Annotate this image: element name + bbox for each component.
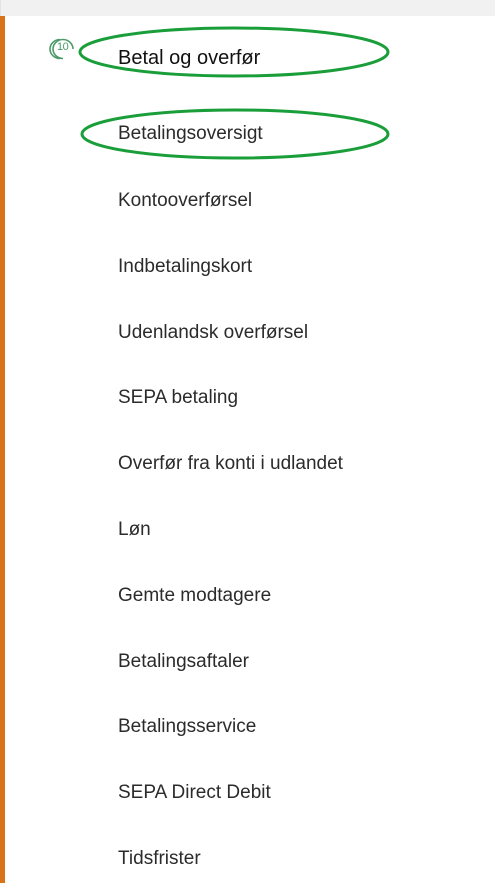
menu-item-betalingsoversigt[interactable]: Betalingsoversigt — [104, 111, 484, 157]
menu-item-label: Kontooverførsel — [118, 190, 253, 211]
menu-item-tidsfrister[interactable]: Tidsfrister — [104, 836, 484, 882]
step-number-badge-icon: 10 — [46, 37, 78, 61]
step-number: 10 — [57, 41, 69, 53]
menu-item-sepa-direct-debit[interactable]: SEPA Direct Debit — [104, 770, 484, 816]
menu-item-lon[interactable]: Løn — [104, 507, 484, 553]
menu-item-sepa-betaling[interactable]: SEPA betaling — [104, 375, 484, 421]
menu-item-label: Betalingsaftaler — [118, 651, 249, 672]
menu-item-overfor-fra-konti-i-udlandet[interactable]: Overfør fra konti i udlandet — [104, 441, 484, 487]
menu-item-udenlandsk-overforsel[interactable]: Udenlandsk overførsel — [104, 310, 484, 356]
section-title: Betal og overfør — [118, 47, 261, 69]
menu-item-label: Løn — [118, 519, 151, 540]
menu-item-kontooverforsel[interactable]: Kontooverførsel — [104, 178, 484, 224]
menu-item-betalingsservice[interactable]: Betalingsservice — [104, 704, 484, 750]
menu-item-betalingsaftaler[interactable]: Betalingsaftaler — [104, 639, 484, 685]
payments-menu: 10 Betal og overfør Betalingsoversigt Ko… — [0, 0, 495, 883]
menu-item-label: Indbetalingskort — [118, 256, 253, 277]
menu-item-label: Overfør fra konti i udlandet — [118, 453, 343, 474]
menu-item-label: Betalingsservice — [118, 716, 257, 737]
menu-item-gemte-modtagere[interactable]: Gemte modtagere — [104, 573, 484, 619]
menu-item-label: SEPA Direct Debit — [118, 782, 271, 803]
menu-item-indbetalingskort[interactable]: Indbetalingskort — [104, 244, 484, 290]
menu-item-label: Betalingsoversigt — [118, 123, 263, 144]
menu-item-label: Udenlandsk overførsel — [118, 322, 309, 343]
menu-item-label: SEPA betaling — [118, 387, 239, 408]
menu-item-label: Gemte modtagere — [118, 585, 272, 606]
menu-item-label: Tidsfrister — [118, 848, 201, 869]
